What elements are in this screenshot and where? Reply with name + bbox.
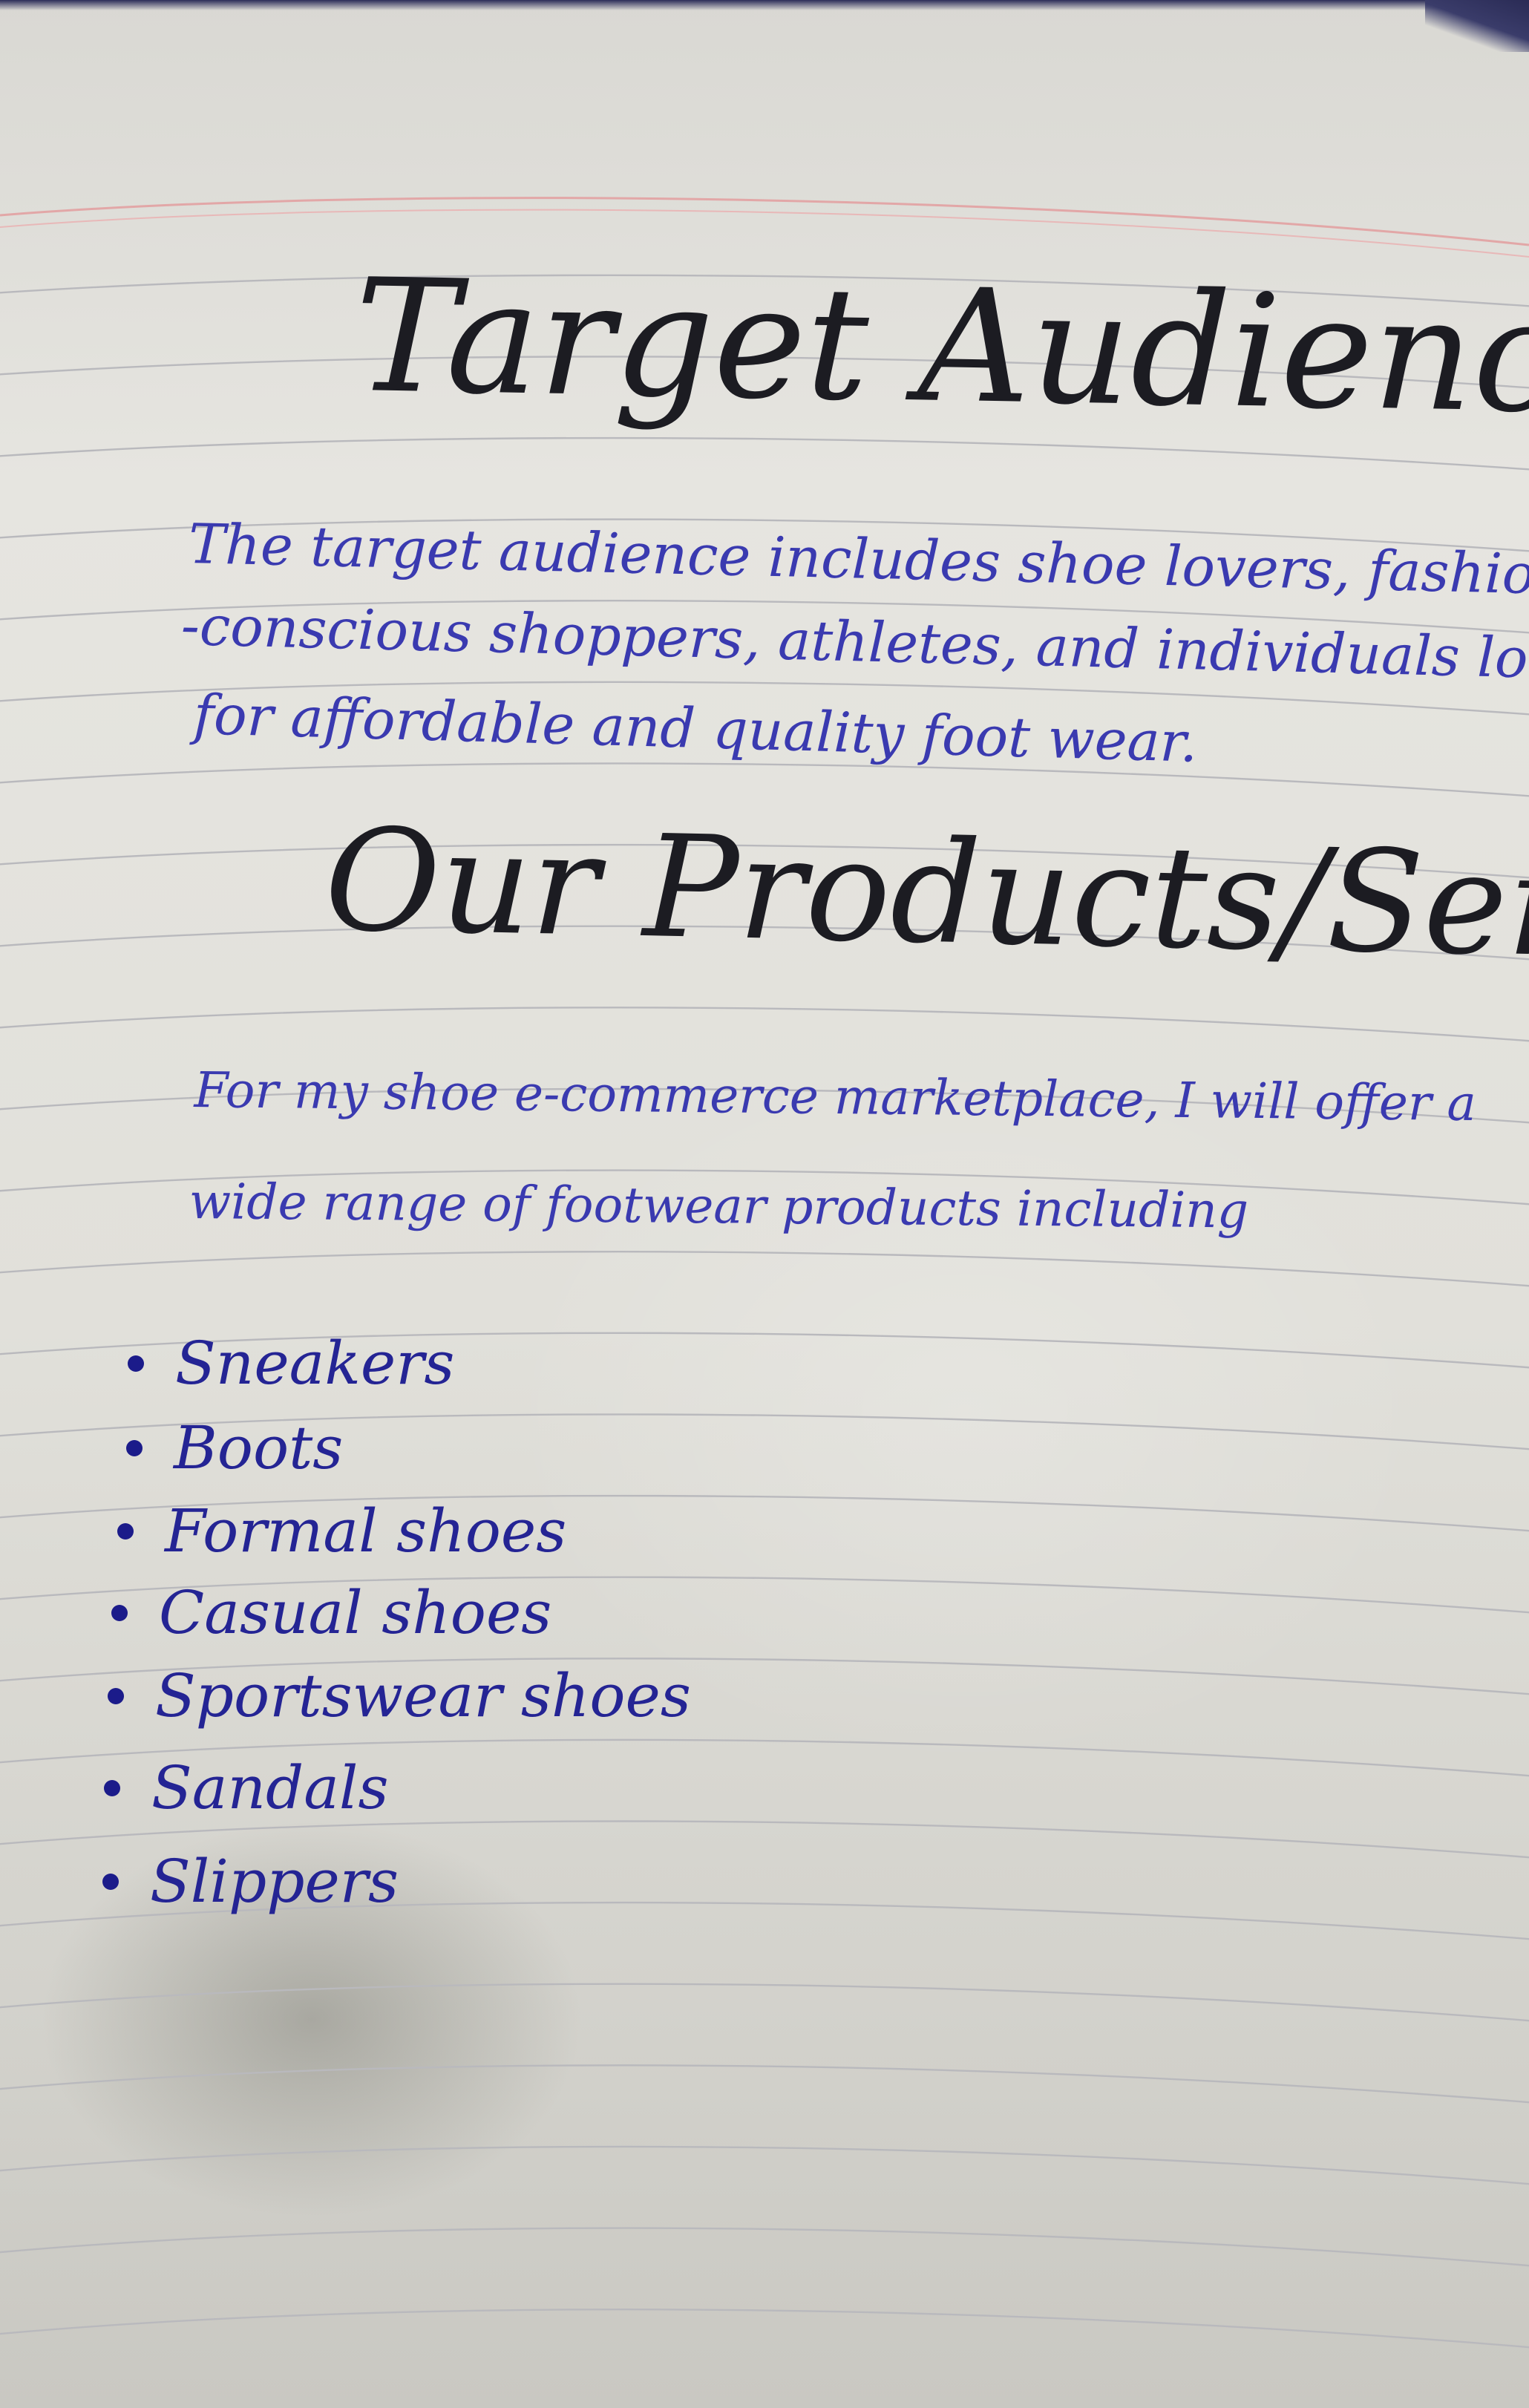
bullet-icon: [108, 1687, 124, 1704]
bullet-icon: [104, 1779, 120, 1796]
bullet-icon: [117, 1522, 134, 1540]
list-item-label: Slippers: [150, 1847, 399, 1916]
list-item-sneakers: Sneakers: [128, 1329, 454, 1398]
list-item-casual-shoes: Casual shoes: [111, 1578, 551, 1647]
notebook-page: Target Audience The target audience incl…: [0, 0, 1529, 2408]
list-item-sandals: Sandals: [104, 1753, 389, 1822]
bullet-icon: [128, 1355, 144, 1372]
list-item-sportswear-shoes: Sportswear shoes: [108, 1661, 691, 1730]
list-item-label: Casual shoes: [159, 1578, 552, 1647]
list-item-label: Sportswear shoes: [155, 1661, 691, 1730]
bullet-icon: [126, 1439, 143, 1456]
list-item-label: Formal shoes: [165, 1496, 567, 1565]
list-item-formal-shoes: Formal shoes: [117, 1496, 566, 1565]
list-item-boots: Boots: [126, 1413, 343, 1482]
list-item-label: Boots: [174, 1413, 344, 1482]
list-item-label: Sandals: [151, 1753, 389, 1822]
list-item-label: Sneakers: [175, 1329, 455, 1398]
bullet-icon: [111, 1604, 128, 1621]
bullet-icon: [102, 1873, 119, 1890]
list-item-slippers: Slippers: [102, 1847, 399, 1916]
product-list: Sneakers Boots Formal shoes Casual shoes…: [0, 0, 1529, 2408]
